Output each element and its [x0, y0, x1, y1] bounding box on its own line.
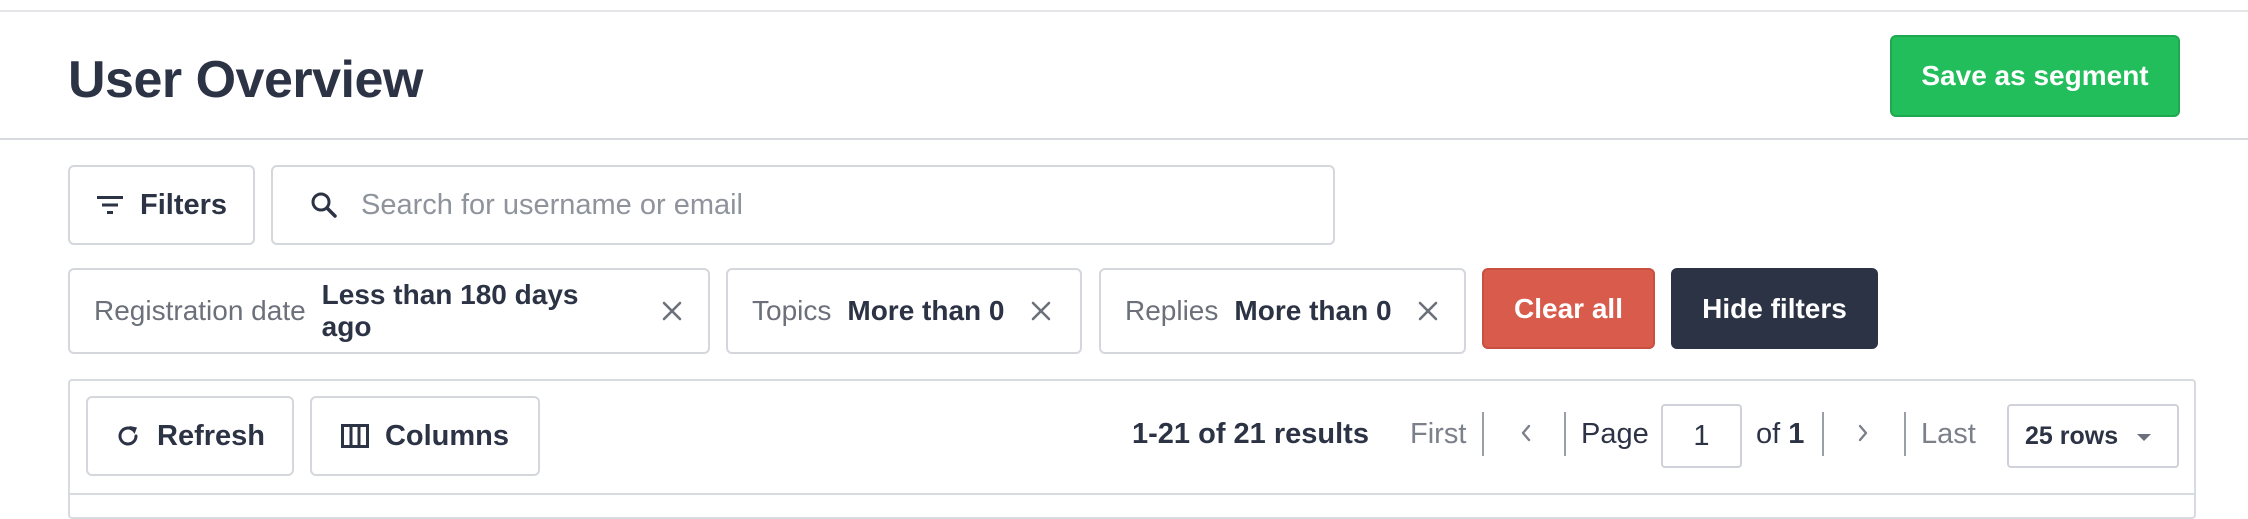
- search-field[interactable]: [271, 165, 1335, 245]
- filter-chip-registration-date: Registration date Less than 180 days ago: [68, 268, 710, 354]
- search-input[interactable]: [361, 188, 1261, 222]
- total-pages: 1: [1788, 418, 1805, 450]
- pagination-separator: [1564, 412, 1566, 456]
- first-page-link[interactable]: First: [1410, 418, 1466, 451]
- filter-chip-value: More than 0: [847, 295, 1005, 326]
- table-header-divider: [70, 493, 2194, 495]
- filters-button-label: Filters: [139, 188, 228, 221]
- filter-chip-label: Replies: [1125, 295, 1219, 326]
- filter-chip-value: More than 0: [1234, 295, 1392, 326]
- page-total: of 1: [1756, 418, 1804, 451]
- of-label: of: [1756, 418, 1781, 450]
- columns-button[interactable]: Columns: [310, 396, 540, 476]
- columns-icon: [340, 424, 369, 448]
- save-as-segment-button[interactable]: Save as segment: [1890, 35, 2180, 117]
- page-title: User Overview: [68, 51, 423, 109]
- close-icon[interactable]: [1416, 299, 1440, 323]
- caret-down-icon: [2137, 434, 2151, 441]
- pagination-separator: [1822, 412, 1824, 456]
- page-label: Page: [1581, 418, 1649, 450]
- filter-icon: [96, 196, 123, 214]
- clear-all-button[interactable]: Clear all: [1482, 268, 1655, 349]
- refresh-button-label: Refresh: [157, 419, 265, 452]
- hide-filters-button[interactable]: Hide filters: [1671, 268, 1878, 349]
- page-header: User Overview Save as segment: [0, 12, 2248, 140]
- rows-per-page-value: 25 rows: [2025, 421, 2119, 450]
- search-icon: [311, 192, 337, 218]
- chevron-right-icon[interactable]: [1853, 420, 1873, 446]
- columns-button-label: Columns: [384, 419, 510, 452]
- filter-chip-replies: Replies More than 0: [1099, 268, 1466, 354]
- close-icon[interactable]: [660, 299, 684, 323]
- filter-chip-value: Less than 180 days ago: [321, 279, 579, 342]
- page-number-input[interactable]: [1661, 404, 1742, 468]
- filter-chip-topics: Topics More than 0: [726, 268, 1082, 354]
- pagination-separator: [1482, 412, 1484, 456]
- refresh-button[interactable]: Refresh: [86, 396, 294, 476]
- last-page-link[interactable]: Last: [1921, 418, 1976, 451]
- filter-chip-label: Topics: [752, 295, 832, 326]
- rows-per-page-select[interactable]: 25 rows: [2007, 404, 2179, 468]
- pagination-separator: [1904, 412, 1906, 456]
- refresh-icon: [118, 426, 138, 446]
- filter-chip-label: Registration date: [94, 295, 306, 326]
- results-count: 1-21 of 21 results: [1132, 418, 1369, 450]
- filters-button[interactable]: Filters: [68, 165, 255, 245]
- close-icon[interactable]: [1029, 299, 1053, 323]
- chevron-left-icon[interactable]: [1516, 420, 1536, 446]
